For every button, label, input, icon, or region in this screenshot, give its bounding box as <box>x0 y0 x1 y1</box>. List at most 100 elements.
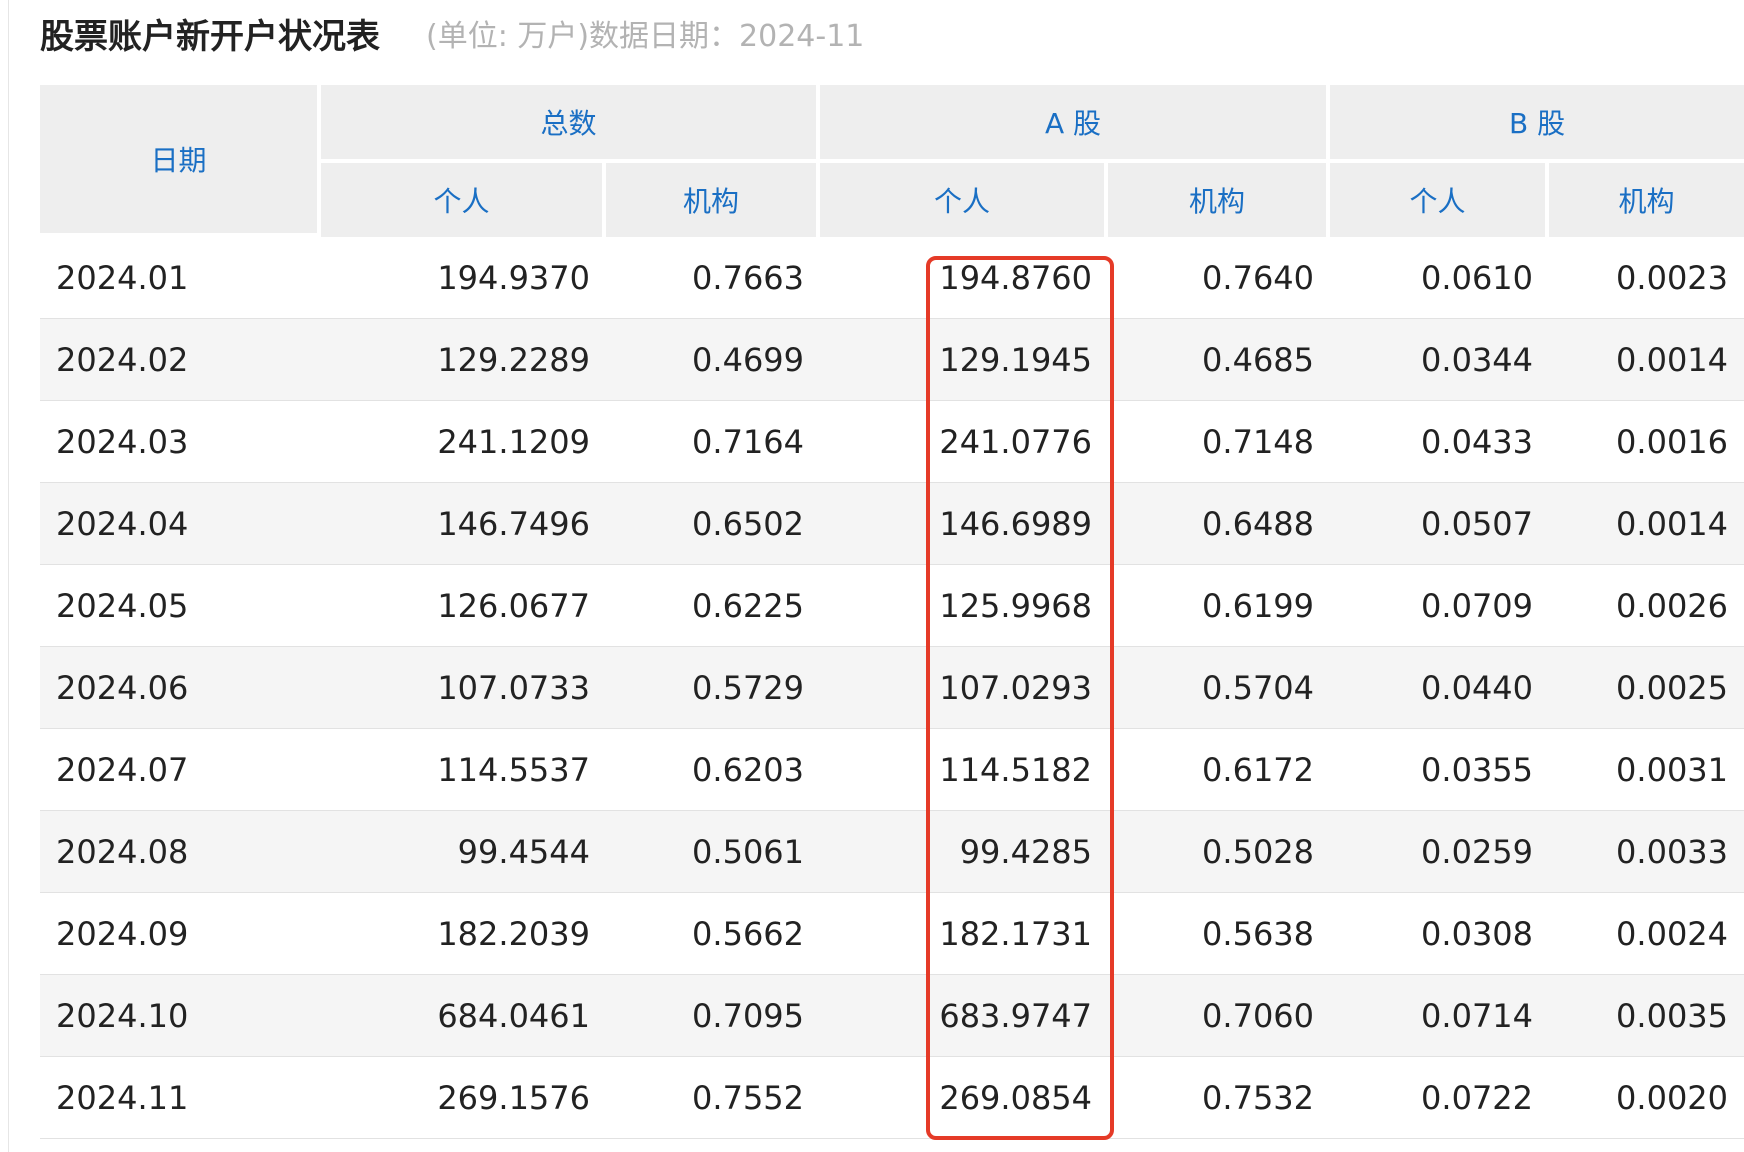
cell-b-individual: 0.0714 <box>1330 975 1550 1057</box>
table-row: 2024.05 126.0677 0.6225 125.9968 0.6199 … <box>40 565 1744 647</box>
cell-b-individual: 0.0610 <box>1330 237 1550 319</box>
cell-total-individual: 182.2039 <box>321 893 606 975</box>
cell-a-individual: 129.1945 <box>820 319 1109 401</box>
cell-b-institution: 0.0014 <box>1549 483 1744 565</box>
cell-b-individual: 0.0355 <box>1330 729 1550 811</box>
header-a-share[interactable]: A 股 <box>820 85 1331 163</box>
cell-b-individual: 0.0440 <box>1330 647 1550 729</box>
cell-b-individual: 0.0722 <box>1330 1057 1550 1139</box>
table-row: 2024.01 194.9370 0.7663 194.8760 0.7640 … <box>40 237 1744 319</box>
cell-total-institution: 0.6502 <box>606 483 821 565</box>
table-row: 2024.10 684.0461 0.7095 683.9747 0.7060 … <box>40 975 1744 1057</box>
cell-b-individual: 0.0308 <box>1330 893 1550 975</box>
cell-a-institution: 0.5704 <box>1108 647 1331 729</box>
cell-a-institution: 0.5028 <box>1108 811 1331 893</box>
table-row: 2024.11 269.1576 0.7552 269.0854 0.7532 … <box>40 1057 1744 1139</box>
cell-date: 2024.01 <box>40 237 321 319</box>
cell-a-individual: 114.5182 <box>820 729 1109 811</box>
cell-a-individual: 99.4285 <box>820 811 1109 893</box>
cell-date: 2024.07 <box>40 729 321 811</box>
cell-b-institution: 0.0031 <box>1549 729 1744 811</box>
cell-total-institution: 0.7663 <box>606 237 821 319</box>
cell-b-institution: 0.0026 <box>1549 565 1744 647</box>
cell-total-institution: 0.7552 <box>606 1057 821 1139</box>
cell-a-individual: 194.8760 <box>820 237 1109 319</box>
cell-b-individual: 0.0259 <box>1330 811 1550 893</box>
header-total[interactable]: 总数 <box>321 85 821 163</box>
cell-date: 2024.09 <box>40 893 321 975</box>
cell-a-individual: 182.1731 <box>820 893 1109 975</box>
cell-b-institution: 0.0016 <box>1549 401 1744 483</box>
cell-a-institution: 0.4685 <box>1108 319 1331 401</box>
cell-total-individual: 126.0677 <box>321 565 606 647</box>
cell-total-institution: 0.5061 <box>606 811 821 893</box>
header-date[interactable]: 日期 <box>40 85 321 237</box>
header-a-individual[interactable]: 个人 <box>820 163 1109 237</box>
table-row: 2024.02 129.2289 0.4699 129.1945 0.4685 … <box>40 319 1744 401</box>
page-title: 股票账户新开户状况表 <box>40 16 380 57</box>
cell-total-institution: 0.4699 <box>606 319 821 401</box>
cell-a-individual: 269.0854 <box>820 1057 1109 1139</box>
cell-a-individual: 683.9747 <box>820 975 1109 1057</box>
cell-total-individual: 146.7496 <box>321 483 606 565</box>
cell-total-institution: 0.6203 <box>606 729 821 811</box>
cell-date: 2024.06 <box>40 647 321 729</box>
cell-date: 2024.02 <box>40 319 321 401</box>
cell-b-individual: 0.0507 <box>1330 483 1550 565</box>
cell-a-institution: 0.7148 <box>1108 401 1331 483</box>
cell-b-individual: 0.0344 <box>1330 319 1550 401</box>
cell-total-institution: 0.7164 <box>606 401 821 483</box>
table-header: 日期 总数 A 股 B 股 个人 机构 个人 机构 个人 机构 <box>40 85 1744 237</box>
header-total-individual[interactable]: 个人 <box>321 163 606 237</box>
cell-b-institution: 0.0033 <box>1549 811 1744 893</box>
cell-total-individual: 269.1576 <box>321 1057 606 1139</box>
cell-date: 2024.08 <box>40 811 321 893</box>
cell-b-individual: 0.0433 <box>1330 401 1550 483</box>
cell-total-institution: 0.5662 <box>606 893 821 975</box>
cell-b-institution: 0.0014 <box>1549 319 1744 401</box>
cell-date: 2024.05 <box>40 565 321 647</box>
table-row: 2024.08 99.4544 0.5061 99.4285 0.5028 0.… <box>40 811 1744 893</box>
cell-a-individual: 125.9968 <box>820 565 1109 647</box>
header-a-institution[interactable]: 机构 <box>1108 163 1331 237</box>
table-body: 2024.01 194.9370 0.7663 194.8760 0.7640 … <box>40 237 1744 1139</box>
page-left-border <box>8 0 9 1152</box>
header-b-individual[interactable]: 个人 <box>1330 163 1550 237</box>
header-b-share[interactable]: B 股 <box>1330 85 1744 163</box>
cell-total-institution: 0.5729 <box>606 647 821 729</box>
cell-a-institution: 0.7060 <box>1108 975 1331 1057</box>
cell-a-institution: 0.6199 <box>1108 565 1331 647</box>
cell-total-individual: 129.2289 <box>321 319 606 401</box>
table-row: 2024.07 114.5537 0.6203 114.5182 0.6172 … <box>40 729 1744 811</box>
cell-date: 2024.03 <box>40 401 321 483</box>
page-subtitle: (单位: 万户)数据日期：2024-11 <box>426 19 865 54</box>
cell-a-individual: 146.6989 <box>820 483 1109 565</box>
table-row: 2024.09 182.2039 0.5662 182.1731 0.5638 … <box>40 893 1744 975</box>
cell-total-individual: 99.4544 <box>321 811 606 893</box>
cell-a-institution: 0.7640 <box>1108 237 1331 319</box>
table-row: 2024.06 107.0733 0.5729 107.0293 0.5704 … <box>40 647 1744 729</box>
cell-a-individual: 241.0776 <box>820 401 1109 483</box>
cell-a-individual: 107.0293 <box>820 647 1109 729</box>
cell-total-individual: 241.1209 <box>321 401 606 483</box>
cell-b-individual: 0.0709 <box>1330 565 1550 647</box>
cell-a-institution: 0.7532 <box>1108 1057 1331 1139</box>
cell-total-institution: 0.7095 <box>606 975 821 1057</box>
cell-total-individual: 107.0733 <box>321 647 606 729</box>
cell-total-individual: 114.5537 <box>321 729 606 811</box>
title-bar: 股票账户新开户状况表 (单位: 万户)数据日期：2024-11 <box>40 8 864 58</box>
cell-date: 2024.04 <box>40 483 321 565</box>
cell-b-institution: 0.0025 <box>1549 647 1744 729</box>
table-row: 2024.03 241.1209 0.7164 241.0776 0.7148 … <box>40 401 1744 483</box>
cell-b-institution: 0.0035 <box>1549 975 1744 1057</box>
header-total-institution[interactable]: 机构 <box>606 163 821 237</box>
cell-date: 2024.10 <box>40 975 321 1057</box>
cell-a-institution: 0.6488 <box>1108 483 1331 565</box>
cell-a-institution: 0.5638 <box>1108 893 1331 975</box>
header-b-institution[interactable]: 机构 <box>1549 163 1744 237</box>
cell-total-individual: 684.0461 <box>321 975 606 1057</box>
cell-a-institution: 0.6172 <box>1108 729 1331 811</box>
table-row: 2024.04 146.7496 0.6502 146.6989 0.6488 … <box>40 483 1744 565</box>
cell-b-institution: 0.0024 <box>1549 893 1744 975</box>
cell-total-individual: 194.9370 <box>321 237 606 319</box>
